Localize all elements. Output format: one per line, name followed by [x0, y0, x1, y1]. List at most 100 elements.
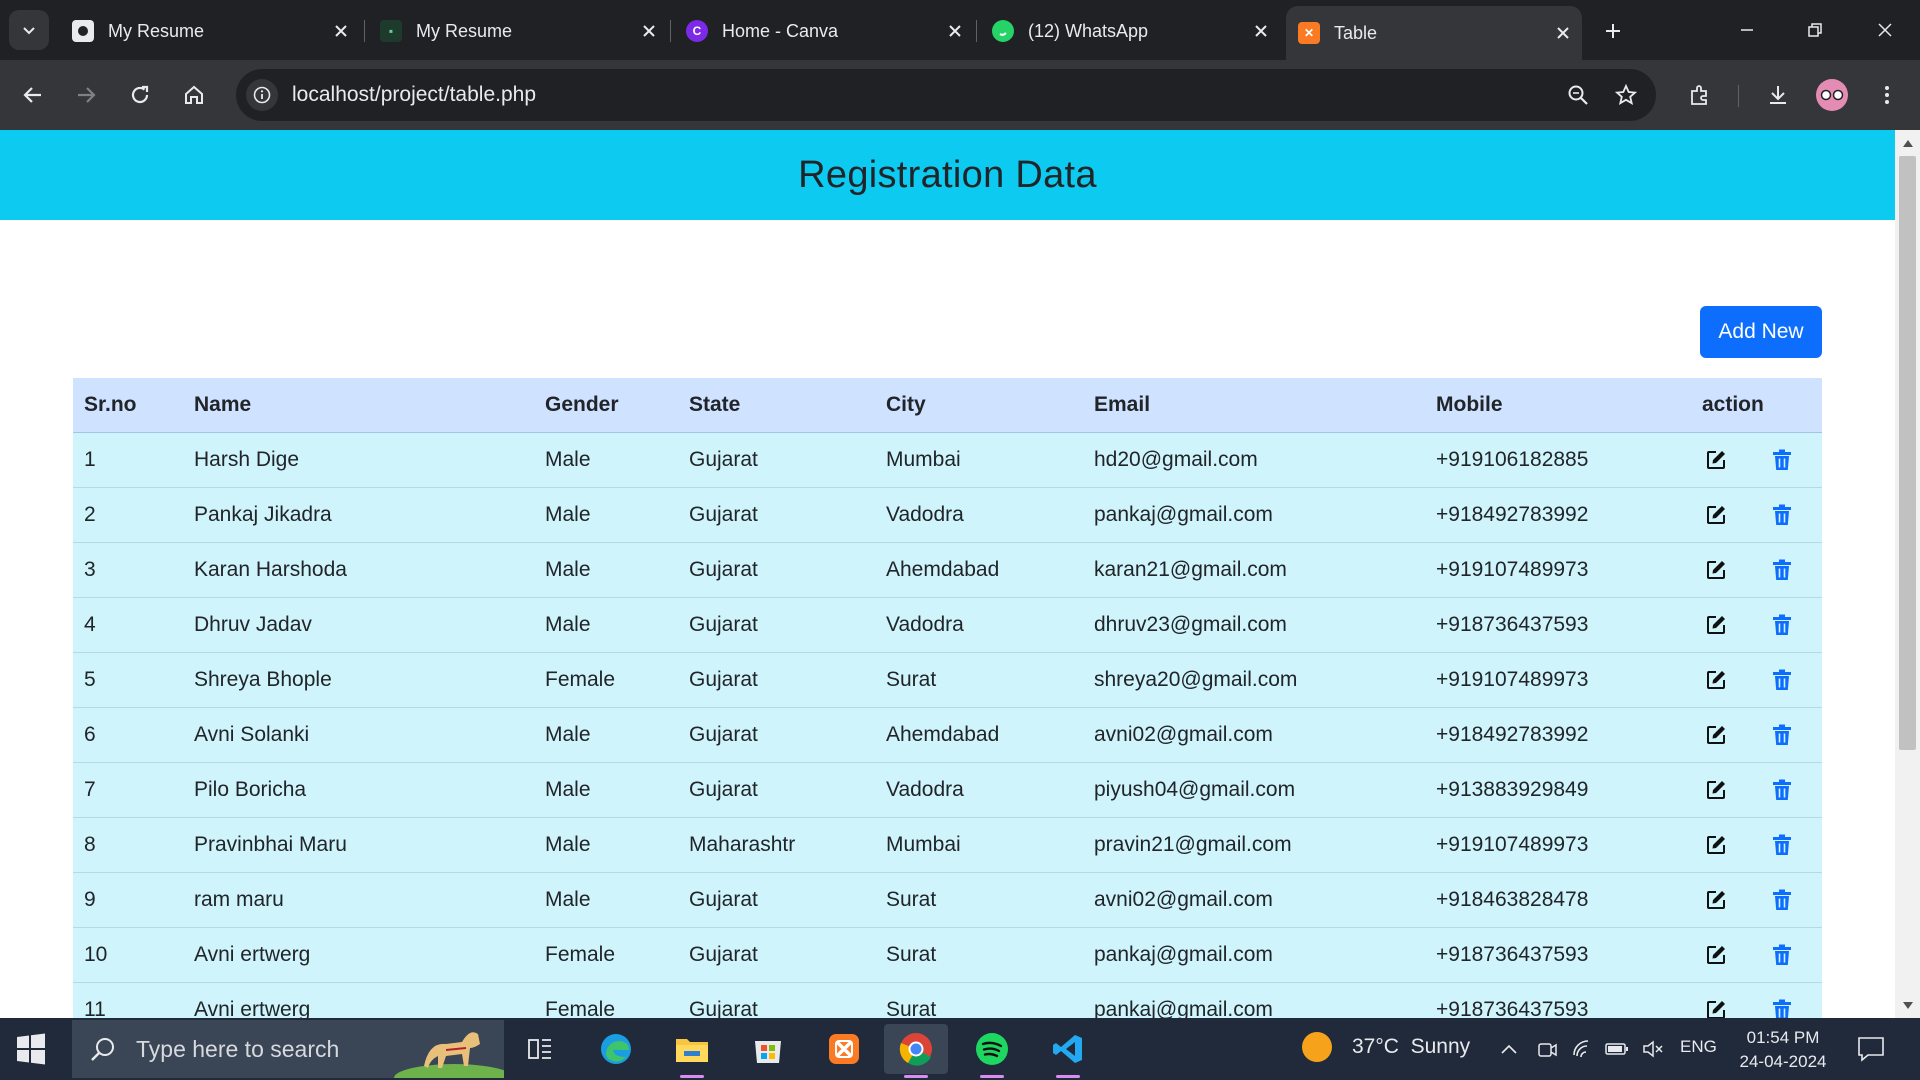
trash-icon[interactable]	[1770, 503, 1794, 527]
chevron-up-icon[interactable]	[1496, 1036, 1522, 1062]
email-cell: pravin21@gmail.com	[1083, 817, 1425, 873]
tab-search-button[interactable]	[9, 10, 49, 50]
back-button[interactable]	[13, 75, 53, 115]
trash-icon[interactable]	[1770, 558, 1794, 582]
gender-cell: Female	[534, 652, 678, 708]
windows-start-icon[interactable]	[13, 1031, 49, 1067]
new-tab-button[interactable]	[1596, 14, 1630, 48]
row-actions	[1702, 888, 1822, 912]
edit-icon[interactable]	[1704, 448, 1728, 472]
edit-icon[interactable]	[1704, 833, 1728, 857]
site-info-icon[interactable]	[246, 79, 278, 111]
row-actions	[1702, 558, 1822, 582]
edit-icon[interactable]	[1704, 723, 1728, 747]
trash-icon[interactable]	[1770, 778, 1794, 802]
home-button[interactable]	[174, 75, 214, 115]
action-cell	[1691, 652, 1822, 708]
notification-icon[interactable]	[1856, 1035, 1886, 1063]
spotify-icon	[976, 1033, 1008, 1065]
restore-icon	[1808, 23, 1822, 37]
downloads-button[interactable]	[1758, 75, 1798, 115]
weather-widget[interactable]: 37°C Sunny	[1302, 1032, 1470, 1062]
weather-text: 37°C Sunny	[1352, 1035, 1471, 1058]
browser-tab[interactable]: C Home - Canva	[674, 10, 974, 52]
minimize-button[interactable]	[1724, 8, 1770, 52]
system-clock[interactable]: 01:54 PM 24-04-2024	[1728, 1026, 1838, 1074]
browser-tab[interactable]: (12) WhatsApp	[980, 10, 1280, 52]
app-active-indicator	[904, 1075, 928, 1078]
xampp-taskbar-button[interactable]	[812, 1024, 876, 1074]
wifi-icon[interactable]	[1570, 1036, 1596, 1062]
plus-icon	[1606, 24, 1620, 38]
profile-avatar[interactable]	[1816, 79, 1848, 111]
scroll-up-icon[interactable]	[1901, 136, 1914, 149]
close-icon[interactable]	[1550, 20, 1576, 46]
trash-icon[interactable]	[1770, 998, 1794, 1018]
battery-icon[interactable]	[1604, 1036, 1630, 1062]
sun-icon	[1302, 1032, 1332, 1062]
forward-button[interactable]	[66, 75, 106, 115]
taskbar-search-box[interactable]: Type here to search	[72, 1020, 504, 1078]
browser-tab[interactable]: ▪ My Resume	[368, 10, 668, 52]
edit-icon[interactable]	[1704, 503, 1728, 527]
edit-icon[interactable]	[1704, 668, 1728, 692]
browser-menu-button[interactable]	[1867, 75, 1907, 115]
restore-button[interactable]	[1792, 8, 1838, 52]
reload-button[interactable]	[120, 75, 160, 115]
close-icon[interactable]	[636, 18, 662, 44]
table-row: 11 Avni ertwerg Female Gujarat Surat pankaj@g…	[73, 982, 1822, 1018]
trash-icon[interactable]	[1770, 613, 1794, 637]
address-bar[interactable]: localhost/project/table.php	[236, 69, 1656, 121]
zoom-icon[interactable]	[1562, 79, 1594, 111]
scroll-down-icon[interactable]	[1901, 999, 1914, 1012]
name-cell: Pilo Boricha	[183, 762, 534, 818]
tab-divider	[364, 20, 365, 42]
edit-icon[interactable]	[1704, 888, 1728, 912]
edit-icon[interactable]	[1704, 778, 1728, 802]
row-actions	[1702, 613, 1822, 637]
trash-icon[interactable]	[1770, 723, 1794, 747]
browser-tab[interactable]: My Resume	[60, 10, 360, 52]
mobile-cell: +918736437593	[1425, 927, 1691, 983]
store-taskbar-button[interactable]	[736, 1024, 800, 1074]
canva-icon: C	[686, 20, 708, 42]
browser-tab-active[interactable]: ✕ Table	[1286, 6, 1582, 60]
edit-icon[interactable]	[1704, 943, 1728, 967]
vscode-taskbar-button[interactable]	[1036, 1024, 1100, 1078]
close-icon[interactable]	[1248, 18, 1274, 44]
edge-taskbar-button[interactable]	[584, 1024, 648, 1074]
meet-now-icon[interactable]	[1534, 1036, 1560, 1062]
trash-icon[interactable]	[1770, 668, 1794, 692]
edit-icon[interactable]	[1704, 613, 1728, 637]
bookmark-star-icon[interactable]	[1610, 79, 1642, 111]
trash-icon[interactable]	[1770, 833, 1794, 857]
city-cell: Ahemdabad	[875, 542, 1083, 598]
add-new-button[interactable]: Add New	[1700, 306, 1822, 358]
trash-icon[interactable]	[1770, 888, 1794, 912]
edit-icon[interactable]	[1704, 558, 1728, 582]
table-row: 9 ram maru Male Gujarat Surat avni02@gmail.co…	[73, 872, 1822, 928]
email-cell: hd20@gmail.com	[1083, 432, 1425, 488]
file-explorer-taskbar-button[interactable]	[660, 1024, 724, 1078]
task-view-button[interactable]	[508, 1024, 572, 1074]
spotify-taskbar-button[interactable]	[960, 1024, 1024, 1078]
close-icon[interactable]	[328, 18, 354, 44]
page-scrollbar[interactable]	[1895, 130, 1920, 1018]
trash-icon[interactable]	[1770, 448, 1794, 472]
resume-icon: ▪	[380, 20, 402, 42]
chrome-taskbar-button[interactable]	[884, 1024, 948, 1078]
extensions-button[interactable]	[1680, 75, 1720, 115]
edit-icon[interactable]	[1704, 998, 1728, 1018]
row-actions	[1702, 448, 1822, 472]
close-icon[interactable]	[942, 18, 968, 44]
action-cell	[1691, 707, 1822, 763]
trash-icon[interactable]	[1770, 943, 1794, 967]
volume-muted-icon[interactable]	[1640, 1036, 1666, 1062]
puzzle-icon	[1691, 85, 1707, 105]
scrollbar-thumb[interactable]	[1899, 156, 1916, 750]
close-window-button[interactable]	[1862, 8, 1908, 52]
language-indicator[interactable]: ENG	[1680, 1037, 1717, 1057]
gender-cell: Male	[534, 817, 678, 873]
city-cell: Vadodra	[875, 762, 1083, 818]
registration-table: Sr.no Name Gender State City Email Mobil…	[73, 378, 1822, 1018]
